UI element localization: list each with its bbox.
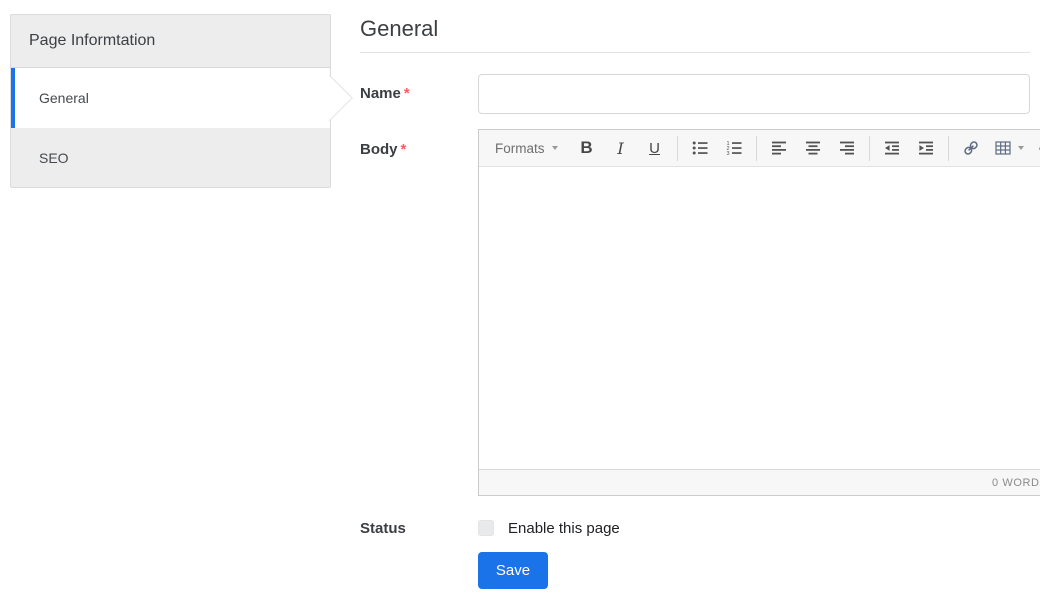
sidebar-tab-seo-label: SEO [39, 150, 69, 166]
body-control: Formats B I U 1 [478, 129, 1040, 496]
name-input[interactable] [478, 74, 1030, 114]
bold-button[interactable]: B [573, 134, 601, 162]
body-required-asterisk: * [401, 141, 407, 158]
align-left-button[interactable] [765, 134, 793, 162]
name-row: Name* [360, 74, 1030, 114]
sidebar-tab-general-label: General [39, 90, 89, 106]
table-icon [995, 140, 1011, 156]
editor-statusbar: 0 WORDS [479, 469, 1040, 495]
sidebar-title: Page Informtation [11, 15, 330, 68]
sidebar-tab-general[interactable]: General [11, 68, 330, 128]
title-divider [360, 52, 1030, 53]
save-row-spacer [360, 552, 478, 589]
align-center-icon [805, 140, 821, 156]
status-control: Enable this page [478, 519, 1030, 537]
word-count: 0 WORDS [992, 477, 1040, 489]
indent-icon [918, 140, 934, 156]
formats-dropdown[interactable]: Formats [487, 134, 566, 162]
toolbar-separator [756, 136, 757, 161]
save-button[interactable]: Save [478, 552, 548, 589]
underline-button[interactable]: U [641, 134, 669, 162]
italic-button[interactable]: I [607, 134, 635, 162]
align-center-button[interactable] [799, 134, 827, 162]
editor-toolbar: Formats B I U 1 [479, 130, 1040, 167]
toolbar-separator [869, 136, 870, 161]
name-label-text: Name [360, 85, 401, 102]
italic-icon: I [617, 139, 623, 158]
unordered-list-icon [692, 140, 708, 156]
body-label: Body* [360, 129, 478, 496]
status-row: Status Enable this page [360, 519, 1030, 537]
bold-icon: B [580, 138, 592, 158]
status-label-text: Status [360, 520, 406, 537]
chevron-down-icon [552, 146, 558, 150]
chevron-down-icon [1018, 146, 1024, 150]
save-row: Save [360, 552, 1030, 589]
indent-button[interactable] [912, 134, 940, 162]
body-row: Body* Formats B I U [360, 129, 1030, 496]
sidebar-tab-seo[interactable]: SEO [11, 128, 330, 187]
insert-link-button[interactable] [957, 134, 985, 162]
enable-page-label[interactable]: Enable this page [508, 520, 620, 537]
main-panel: General Name* Body* Formats B I [360, 0, 1030, 589]
name-required-asterisk: * [404, 85, 410, 102]
name-control [478, 74, 1030, 114]
toolbar-separator [677, 136, 678, 161]
formats-label: Formats [495, 141, 545, 156]
outdent-button[interactable] [878, 134, 906, 162]
toolbar-separator [948, 136, 949, 161]
align-right-button[interactable] [833, 134, 861, 162]
enable-page-checkbox[interactable] [478, 520, 494, 536]
outdent-icon [884, 140, 900, 156]
link-icon [963, 140, 979, 156]
ordered-list-button[interactable]: 1 2 3 [720, 134, 748, 162]
underline-icon: U [649, 140, 660, 157]
editor-content[interactable] [479, 167, 1040, 469]
body-editor: Formats B I U 1 [478, 129, 1040, 496]
unordered-list-button[interactable] [686, 134, 714, 162]
body-label-text: Body [360, 141, 398, 158]
sidebar: Page Informtation General SEO [10, 14, 331, 188]
status-label: Status [360, 519, 478, 537]
align-right-icon [839, 140, 855, 156]
align-left-icon [771, 140, 787, 156]
name-label: Name* [360, 74, 478, 114]
ordered-list-icon: 1 2 3 [726, 140, 742, 156]
save-control: Save [478, 552, 1030, 589]
table-button[interactable] [991, 134, 1029, 162]
source-code-button[interactable]: <> [1035, 134, 1040, 162]
svg-text:3: 3 [726, 151, 729, 156]
page-title: General [360, 15, 1030, 43]
